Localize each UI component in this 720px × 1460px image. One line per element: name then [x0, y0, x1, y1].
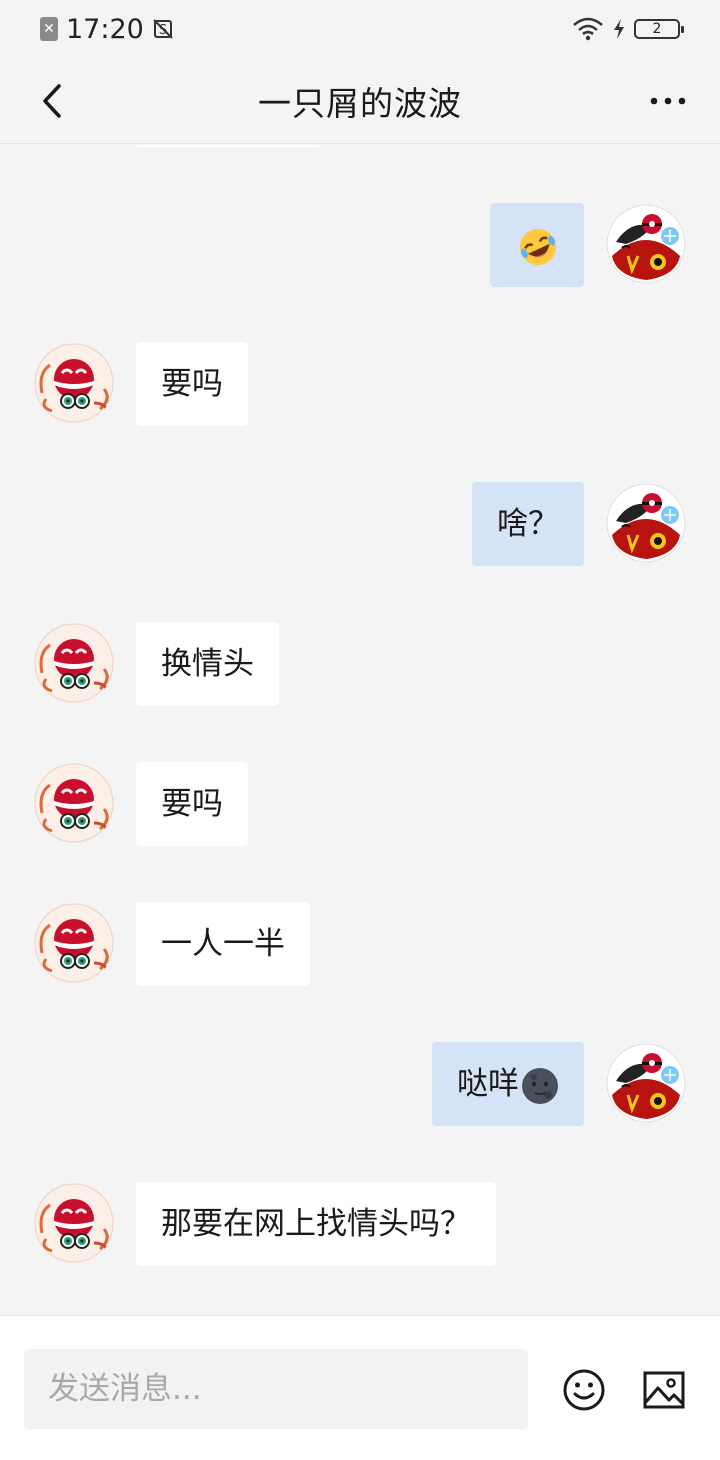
contact-avatar[interactable]: [34, 343, 114, 423]
sim-off-icon: ✕: [40, 17, 58, 41]
partial-message-bubble: [136, 145, 320, 147]
battery-level: 2: [652, 21, 662, 37]
charging-icon: [612, 18, 626, 40]
back-button[interactable]: [28, 76, 76, 126]
chat-title: 一只屑的波波: [258, 83, 462, 123]
nav-bar: 一只屑的波波: [0, 58, 720, 144]
message-row: 换情头: [0, 622, 720, 706]
screenshot-icon: S: [152, 18, 174, 40]
message-bubble-outgoing[interactable]: 哒咩: [432, 1042, 584, 1126]
contact-avatar[interactable]: [34, 623, 114, 703]
my-avatar[interactable]: [606, 483, 686, 563]
wifi-icon: [572, 17, 604, 41]
message-row: 那要在网上找情头吗？: [0, 1182, 720, 1266]
image-icon: [643, 1371, 685, 1409]
message-bubble-incoming[interactable]: 换情头: [136, 622, 279, 706]
message-text: 哒咩: [457, 1066, 519, 1102]
status-left: ✕ 17:20 S: [40, 14, 174, 45]
my-avatar[interactable]: [606, 204, 686, 284]
status-bar: ✕ 17:20 S 2: [0, 0, 720, 58]
message-bubble-incoming[interactable]: 要吗: [136, 342, 248, 426]
contact-avatar[interactable]: [34, 1183, 114, 1263]
message-bubble-incoming[interactable]: 要吗: [136, 762, 248, 846]
input-bar: [0, 1315, 720, 1460]
contact-avatar[interactable]: [34, 763, 114, 843]
battery-icon: 2: [634, 19, 684, 39]
more-dots-icon: [650, 97, 686, 105]
message-bubble-outgoing[interactable]: 啥？: [472, 482, 584, 566]
image-button[interactable]: [640, 1366, 688, 1414]
more-button[interactable]: [644, 76, 692, 126]
status-time: 17:20: [66, 13, 144, 45]
message-input[interactable]: [24, 1349, 528, 1429]
message-row: [0, 203, 720, 287]
message-bubble-incoming[interactable]: 那要在网上找情头吗？: [136, 1182, 496, 1266]
message-bubble-incoming[interactable]: 一人一半: [136, 902, 310, 986]
message-row: 哒咩: [0, 1042, 720, 1126]
status-right: 2: [572, 17, 684, 41]
my-avatar[interactable]: [606, 1043, 686, 1123]
rolling-laughing-emoji: [520, 228, 556, 265]
message-list[interactable]: 要吗 啥？ 换情头 要吗 一人一半 哒咩 那要在网上找情头吗？: [0, 145, 720, 1315]
message-row: 要吗: [0, 342, 720, 426]
emoji-button[interactable]: [560, 1366, 608, 1414]
message-row: 要吗: [0, 762, 720, 846]
message-row: 啥？: [0, 482, 720, 566]
new-moon-face-emoji: [522, 1067, 558, 1104]
smiley-icon: [563, 1369, 605, 1411]
message-bubble-outgoing[interactable]: [490, 203, 584, 287]
contact-avatar[interactable]: [34, 903, 114, 983]
chevron-left-icon: [43, 84, 61, 118]
message-row: 一人一半: [0, 902, 720, 986]
